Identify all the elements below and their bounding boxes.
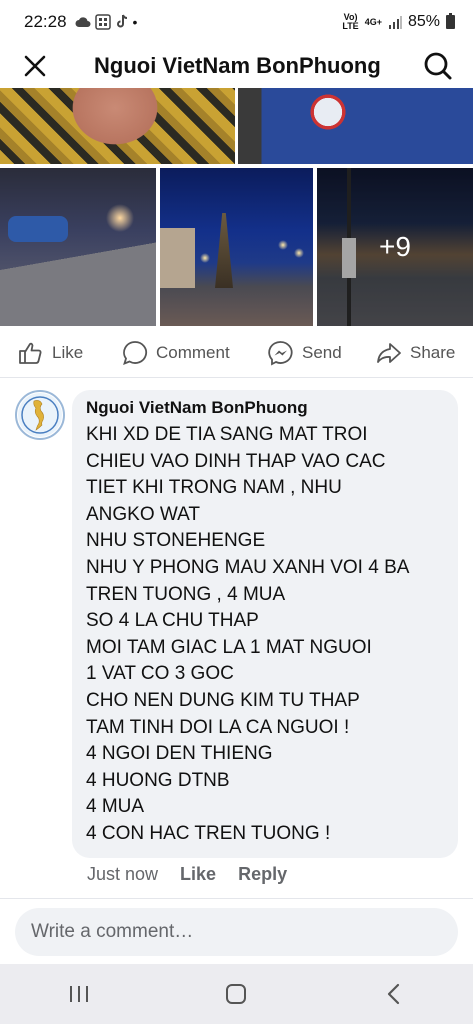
comment-bubble-icon: [123, 341, 148, 366]
messenger-icon: [268, 341, 293, 366]
search-icon: [424, 52, 452, 80]
comment-line: ANGKO WAT: [86, 503, 200, 525]
back-icon: [388, 983, 400, 1005]
lte-bottom: LTE: [342, 21, 359, 31]
photo-2[interactable]: [238, 88, 473, 164]
comment-button[interactable]: Comment: [122, 340, 230, 366]
photo-3[interactable]: [0, 168, 156, 326]
comment-line: 4 CON HAC TREN TUONG !: [86, 822, 331, 844]
comment-meta: Just now Like Reply: [87, 864, 309, 885]
photo-5-more[interactable]: +9: [317, 168, 473, 326]
like-label: Like: [52, 343, 84, 362]
photo-light: [200, 253, 210, 263]
like-button[interactable]: Like: [18, 341, 83, 365]
signal-icon: [388, 16, 402, 29]
more-photos-overlay: +9: [317, 168, 473, 326]
qr-code-icon: [94, 14, 111, 30]
comment-bubble[interactable]: Nguoi VietNam BonPhuong KHI XD DE TIA SA…: [72, 390, 458, 858]
status-bar: 22:28 • Vo) LTE 4G+ 85%: [0, 0, 473, 44]
cloud-icon: [75, 17, 91, 27]
comment-line: TAM TINH DOI LA CA NGUOI !: [86, 716, 350, 738]
page-title: Nguoi VietNam BonPhuong: [94, 53, 381, 78]
divider: [0, 377, 473, 378]
more-photos-count: +9: [379, 231, 411, 262]
comment-reply-button[interactable]: Reply: [238, 864, 287, 885]
comment-line: CHO NEN DUNG KIM TU THAP: [86, 689, 360, 711]
network-type: 4G+: [364, 16, 382, 27]
battery-percent: 85%: [407, 13, 440, 30]
comment-line: 4 HUONG DTNB: [86, 769, 230, 791]
recent-apps-button[interactable]: [49, 974, 109, 1014]
status-time: 22:28: [24, 12, 67, 31]
post-header: Nguoi VietNam BonPhuong: [0, 44, 473, 88]
share-label: Share: [410, 343, 456, 362]
photo-light: [278, 240, 288, 250]
photo-grid: +9: [0, 88, 473, 328]
comment-timestamp: Just now: [87, 864, 159, 884]
comment-line: TREN TUONG , 4 MUA: [86, 583, 286, 605]
send-button[interactable]: Send: [268, 340, 342, 366]
photo-1[interactable]: [0, 88, 235, 164]
thumbs-up-icon: [19, 342, 42, 364]
comment-line: MOI TAM GIAC LA 1 MAT NGUOI: [86, 636, 372, 658]
comment-input-container[interactable]: [15, 908, 458, 956]
comment-line: NHU STONEHENGE: [86, 530, 266, 552]
comment-line: NHU Y PHONG MAU XANH VOI 4 BA: [86, 556, 410, 578]
photo-4[interactable]: [160, 168, 313, 326]
comment-label: Comment: [156, 343, 230, 362]
comment-line: 4 NGOI DEN THIENG: [86, 743, 273, 765]
lte-indicator: Vo) LTE: [342, 13, 358, 31]
status-right: Vo) LTE 4G+ 85%: [342, 13, 455, 31]
avatar[interactable]: [15, 390, 65, 440]
photo-car-shape: [8, 216, 68, 242]
comment-line: SO 4 LA CHU THAP: [86, 610, 259, 632]
close-button[interactable]: [0, 44, 70, 88]
recent-apps-icon: [69, 986, 88, 1002]
search-button[interactable]: [403, 44, 473, 88]
comment-line: KHI XD DE TIA SANG MAT TROI: [86, 424, 368, 445]
send-label: Send: [302, 343, 342, 362]
notification-icons: •: [75, 14, 138, 30]
comment-input[interactable]: [31, 921, 442, 943]
tiktok-icon: [116, 14, 127, 28]
divider: [0, 898, 473, 899]
back-button[interactable]: [364, 974, 424, 1014]
share-button[interactable]: Share: [376, 341, 455, 365]
share-arrow-icon: [377, 343, 401, 363]
comment-text: KHI XD DE TIA SANG MAT TROI CHIEU VAO DI…: [86, 422, 444, 848]
photo-building-shape: [160, 228, 195, 288]
comment-line: 1 VAT CO 3 GOC: [86, 663, 234, 685]
comment-line: CHIEU VAO DINH THAP VAO CAC: [86, 450, 386, 472]
photo-clock-tower-shape: [215, 213, 233, 288]
home-button[interactable]: [206, 974, 266, 1014]
vietnam-map-logo-icon: [18, 393, 62, 437]
comment-line: TIET KHI TRONG NAM , NHU: [86, 477, 342, 499]
comment-like-button[interactable]: Like: [180, 864, 216, 885]
photo-light: [294, 248, 304, 258]
system-nav-bar: [0, 964, 473, 1024]
post-actions: Like Comment Send Share: [0, 330, 473, 376]
close-icon: [24, 55, 46, 77]
battery-icon: [446, 13, 455, 29]
dot-icon: •: [132, 14, 138, 30]
comment-line: 4 MUA: [86, 796, 145, 818]
comment-author[interactable]: Nguoi VietNam BonPhuong: [86, 398, 444, 418]
home-icon: [226, 984, 247, 1004]
